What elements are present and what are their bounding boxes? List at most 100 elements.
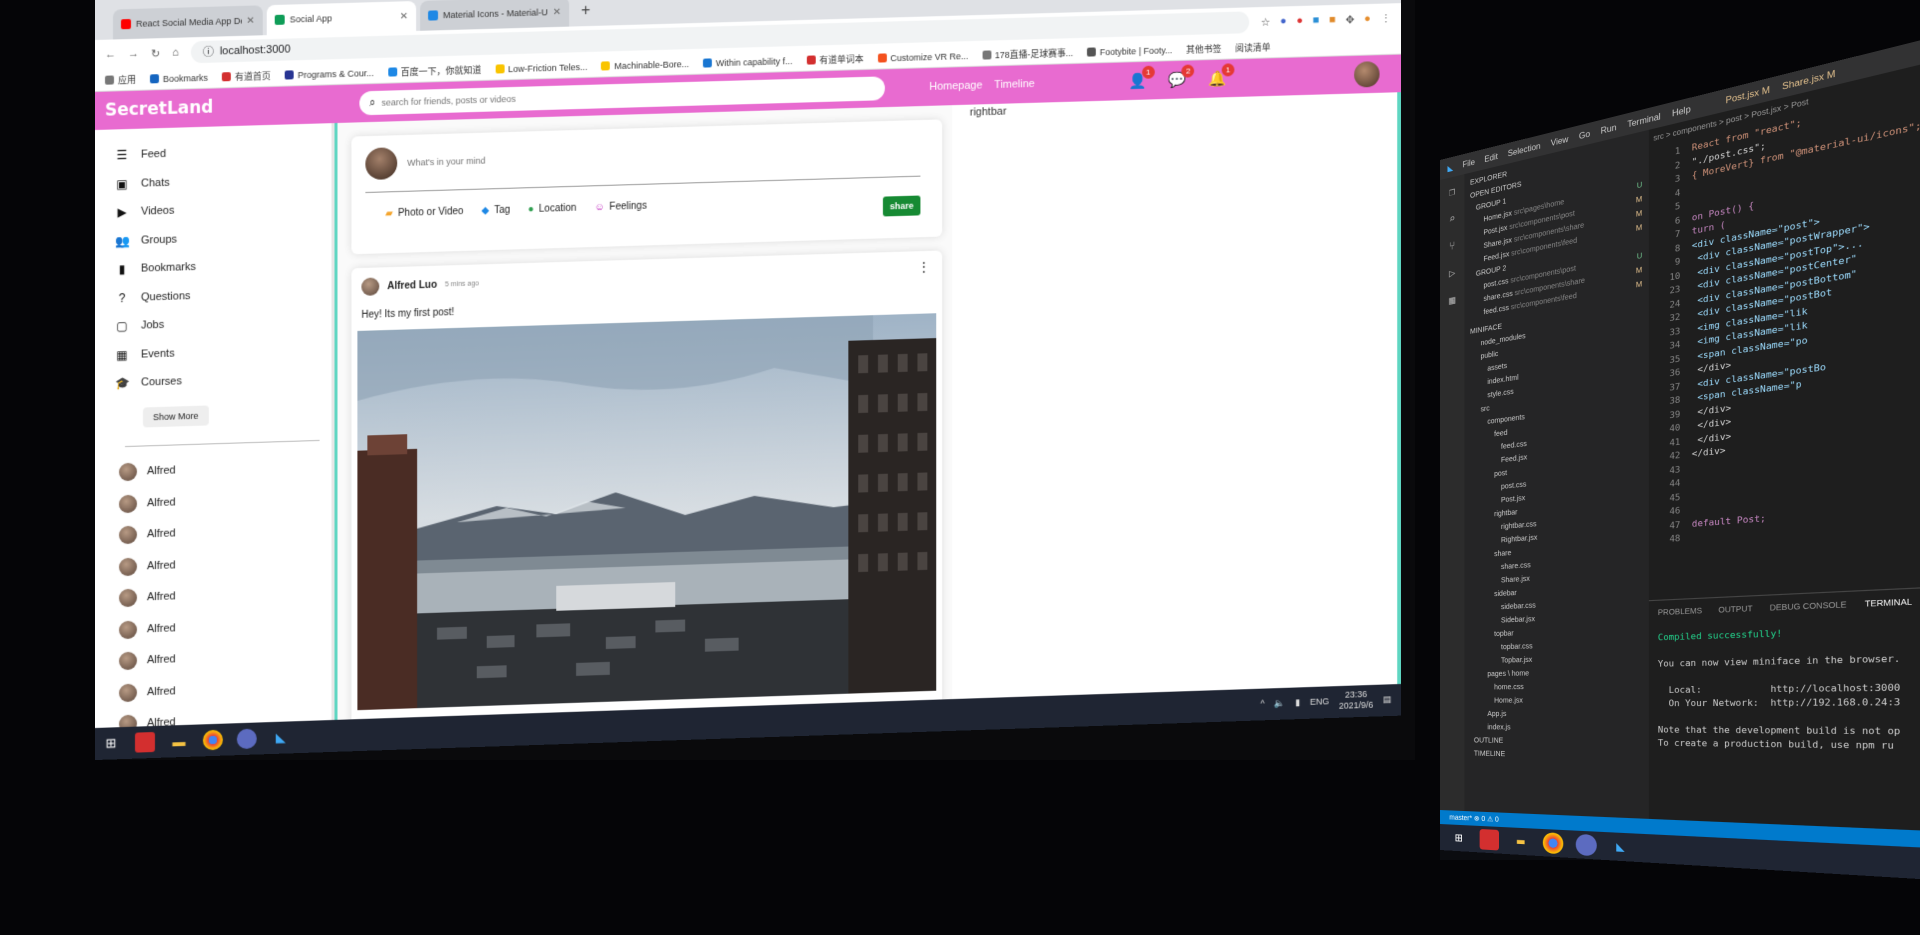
menu-icon[interactable]: ⋮ — [1381, 12, 1392, 25]
volume-icon[interactable]: 🔈 — [1274, 697, 1285, 708]
post-image[interactable] — [357, 313, 937, 711]
bookmark-item[interactable]: Customize VR Re... — [877, 51, 968, 64]
more-vert-icon[interactable]: ⋮ — [917, 259, 930, 275]
browser-tab-material-icons[interactable]: Material Icons - Material-UI ✕ — [420, 0, 570, 31]
bookmark-item[interactable]: 应用 — [104, 73, 136, 87]
bookmark-item[interactable]: 百度一下，你就知道 — [387, 63, 481, 79]
browser-icon[interactable] — [236, 728, 257, 750]
back-icon[interactable]: ← — [105, 48, 116, 60]
show-more-button[interactable]: Show More — [142, 404, 209, 427]
post-author-avatar[interactable] — [361, 277, 380, 296]
terminal-panel[interactable]: PROBLEMS OUTPUT DEBUG CONSOLE TERMINAL C… — [1648, 582, 1920, 835]
file-tree-item[interactable]: TIMELINE — [1470, 747, 1642, 764]
file-tree-item[interactable]: App.js — [1470, 707, 1642, 721]
tab-problems[interactable]: PROBLEMS — [1658, 605, 1702, 620]
app-icon[interactable] — [134, 731, 155, 753]
folder-icon[interactable]: ▬ — [169, 731, 189, 752]
close-icon[interactable]: ✕ — [400, 11, 408, 22]
menu-file[interactable]: File — [1463, 157, 1475, 169]
share-option-feelings[interactable]: ☺ Feelings — [594, 201, 647, 214]
post-author-name[interactable]: Alfred Luo — [387, 279, 437, 291]
vscode-icon[interactable]: ◣ — [1610, 836, 1632, 859]
source-control-icon[interactable]: ⑂ — [1449, 239, 1455, 253]
app-icon[interactable] — [1479, 828, 1500, 851]
search-input[interactable] — [381, 83, 876, 108]
network-icon[interactable]: ▮ — [1295, 697, 1300, 708]
windows-start-icon[interactable]: ⊞ — [1449, 827, 1468, 848]
menu-terminal[interactable]: Terminal — [1627, 111, 1660, 129]
file-tree-item[interactable]: home.css — [1470, 679, 1642, 695]
extension-icon[interactable]: ● — [1280, 15, 1287, 27]
info-icon: ⓘ — [202, 46, 214, 59]
extensions-icon[interactable]: ▦ — [1449, 293, 1455, 307]
file-tree-item[interactable]: Home.jsx — [1470, 693, 1642, 708]
close-icon[interactable]: ✕ — [246, 15, 254, 26]
terminal-line: On Your Network: http://192.168.0.24:3 — [1657, 696, 1901, 709]
chevron-up-icon[interactable]: ^ — [1260, 698, 1264, 708]
tab-debug-console[interactable]: DEBUG CONSOLE — [1770, 599, 1847, 616]
bookmark-item[interactable]: Machinable-Bore... — [601, 59, 689, 71]
homepage-link[interactable]: Homepage — [929, 79, 982, 92]
sidebar-divider — [124, 439, 320, 447]
extension-icon[interactable]: ● — [1296, 15, 1303, 27]
file-tree: node_modules public assets index.html style.… — [1470, 310, 1642, 764]
menu-selection[interactable]: Selection — [1508, 141, 1541, 158]
tab-output[interactable]: OUTPUT — [1718, 603, 1752, 618]
bookmark-item[interactable]: Low-Friction Teles... — [495, 61, 587, 74]
puzzle-icon[interactable]: ✥ — [1345, 13, 1354, 26]
forward-icon[interactable]: → — [128, 48, 139, 60]
share-button[interactable]: share — [882, 195, 921, 217]
bookmark-item[interactable]: Bookmarks — [149, 72, 208, 84]
profile-icon[interactable]: ● — [1364, 13, 1371, 25]
menu-edit[interactable]: Edit — [1484, 151, 1497, 163]
run-debug-icon[interactable]: ▷ — [1449, 266, 1455, 280]
share-option-location[interactable]: ● Location — [528, 203, 576, 215]
extension-icons: ☆ ● ● ■ ■ ✥ ● ⋮ — [1261, 12, 1392, 29]
rightbar-label: rightbar — [969, 105, 1007, 119]
browser-icon[interactable] — [1575, 833, 1597, 857]
code-editor[interactable]: src > components > post > Post.jsx > Pos… — [1648, 39, 1920, 601]
chrome-icon[interactable] — [202, 729, 223, 751]
folder-icon[interactable]: ▬ — [1511, 831, 1531, 853]
language-indicator[interactable]: ENG — [1310, 696, 1329, 707]
browser-tab-social-app[interactable]: Social App ✕ — [266, 1, 417, 36]
share-input[interactable] — [407, 142, 929, 168]
files-icon[interactable]: ❐ — [1449, 184, 1455, 199]
person-icon[interactable]: 👤 1 — [1128, 65, 1155, 90]
menu-help[interactable]: Help — [1672, 104, 1691, 119]
bookmark-item[interactable]: Footybite | Footy... — [1087, 45, 1172, 57]
tab-terminal[interactable]: TERMINAL — [1865, 596, 1912, 612]
bookmark-item[interactable]: 178直播-足球赛事... — [982, 46, 1073, 62]
profile-avatar[interactable] — [1354, 61, 1380, 88]
notification-center-icon[interactable]: ▤ — [1383, 694, 1391, 705]
chrome-icon[interactable] — [1542, 832, 1564, 855]
vscode-icon[interactable]: ◣ — [271, 727, 291, 748]
reload-icon[interactable]: ↻ — [151, 47, 160, 60]
timeline-link[interactable]: Timeline — [994, 78, 1035, 91]
star-icon[interactable]: ☆ — [1261, 15, 1271, 28]
extension-icon[interactable]: ■ — [1313, 14, 1320, 26]
new-tab-button[interactable]: + — [573, 2, 598, 27]
bookmark-item[interactable]: 有道单词本 — [806, 52, 864, 67]
menu-go[interactable]: Go — [1579, 128, 1590, 140]
close-icon[interactable]: ✕ — [553, 6, 561, 17]
reading-list[interactable]: 阅读清单 — [1235, 40, 1270, 54]
menu-run[interactable]: Run — [1601, 122, 1617, 136]
sidebar-item-courses[interactable]: 🎓 Courses — [115, 363, 332, 398]
notifications-icon[interactable]: 🔔 1 — [1208, 63, 1235, 88]
bookmark-item[interactable]: 有道首页 — [221, 69, 271, 83]
share-option-tag[interactable]: ◆ Tag — [481, 205, 510, 217]
search-icon[interactable]: ⌕ — [1449, 212, 1455, 226]
windows-start-icon[interactable]: ⊞ — [101, 733, 121, 754]
browser-tab-react-social[interactable]: React Social Media App Desi... ✕ — [112, 5, 263, 40]
bookmark-item[interactable]: Within capability f... — [702, 56, 793, 69]
home-icon[interactable]: ⌂ — [172, 47, 179, 59]
share-option-photo[interactable]: ▰ Photo or Video — [385, 206, 463, 219]
bookmark-folder-other[interactable]: 其他书签 — [1186, 42, 1221, 56]
app-logo[interactable]: SecretLand — [95, 94, 325, 121]
chat-icon[interactable]: 💬 2 — [1168, 64, 1195, 89]
clock[interactable]: 23:36 2021/9/6 — [1339, 689, 1373, 712]
bookmark-item[interactable]: Programs & Cour... — [284, 68, 374, 81]
menu-view[interactable]: View — [1551, 134, 1569, 148]
extension-icon[interactable]: ■ — [1329, 14, 1336, 26]
